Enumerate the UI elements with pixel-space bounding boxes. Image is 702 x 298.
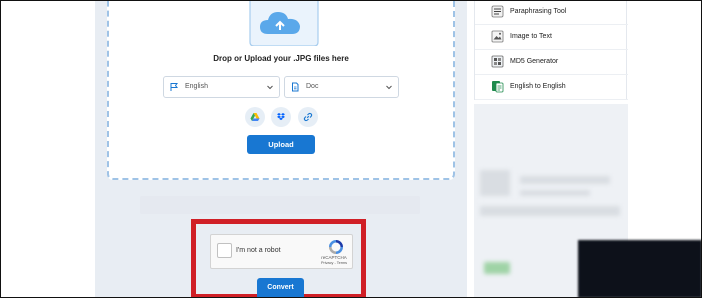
chevron-down-icon	[386, 85, 392, 90]
tool-item-md5-generator[interactable]: MD5 Generator	[475, 50, 628, 75]
google-drive-button[interactable]	[245, 107, 265, 127]
url-link-button[interactable]	[298, 107, 318, 127]
output-format-select[interactable]: Doc	[284, 76, 399, 98]
upload-button[interactable]: Upload	[247, 135, 315, 154]
tool-label: Paraphrasing Tool	[510, 8, 567, 15]
dropbox-icon	[277, 113, 285, 121]
tool-item-paraphrasing[interactable]: Paraphrasing Tool	[475, 0, 628, 25]
link-icon	[303, 112, 313, 122]
md5-icon	[491, 55, 504, 68]
language-value: English	[185, 83, 208, 90]
frame-edge	[0, 0, 1, 298]
tools-sidebar: Paraphrasing Tool Image to Text MD5 Gene…	[474, 0, 628, 100]
faded-text-band	[140, 196, 420, 214]
frame-edge	[0, 0, 702, 1]
blurred-text	[520, 176, 610, 184]
blurred-text	[520, 190, 590, 196]
cloud-folder-icon	[249, 0, 319, 46]
paraphrase-icon	[491, 5, 504, 18]
drop-instructions: Drop or Upload your .JPG files here	[213, 54, 349, 63]
tool-item-image-to-text[interactable]: Image to Text	[475, 25, 628, 50]
language-select[interactable]: English	[163, 76, 280, 98]
tool-label: Image to Text	[510, 33, 552, 40]
blurred-badge	[484, 262, 510, 274]
tool-label: MD5 Generator	[510, 58, 559, 65]
flag-icon	[170, 83, 178, 91]
tool-label: English to English	[510, 83, 566, 90]
dark-advertisement	[578, 240, 702, 298]
output-format-value: Doc	[306, 83, 319, 90]
google-drive-icon	[250, 113, 260, 121]
translate-icon	[492, 81, 504, 93]
tool-item-english-to-english[interactable]: English to English	[475, 75, 628, 100]
blurred-text	[480, 206, 620, 216]
blurred-image	[480, 170, 510, 196]
image-text-icon	[491, 30, 504, 43]
document-icon	[292, 82, 299, 92]
convert-button[interactable]: Convert	[257, 278, 304, 298]
dropbox-button[interactable]	[271, 107, 291, 127]
chevron-down-icon	[267, 85, 273, 90]
